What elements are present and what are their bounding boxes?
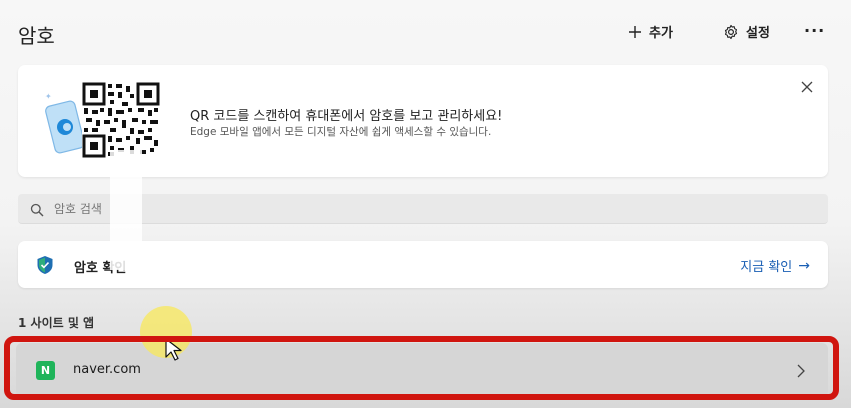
shield-icon — [36, 255, 54, 279]
settings-button-label: 설정 — [746, 26, 770, 41]
close-icon[interactable] — [800, 79, 814, 93]
settings-button[interactable]: 설정 — [723, 22, 770, 41]
password-search-field[interactable] — [18, 194, 828, 224]
qr-code-banner: ✦ ✦ — [18, 65, 828, 177]
chevron-right-icon — [796, 363, 806, 382]
check-now-label: 지금 확인 — [740, 260, 793, 275]
svg-text:✦: ✦ — [45, 92, 52, 101]
gear-icon — [723, 24, 739, 40]
page-header: 암호 추가 설정 ··· — [0, 0, 851, 64]
check-now-link[interactable]: 지금 확인 → — [740, 256, 810, 276]
site-name: naver.com — [73, 362, 141, 377]
qr-banner-description: Edge 모바일 앱에서 모든 디지털 자산에 쉽게 액세스할 수 있습니다. — [190, 126, 492, 138]
arrow-right-icon: → — [798, 257, 810, 274]
password-check-label: 암호 확인 — [74, 261, 127, 276]
add-button[interactable]: 추가 — [628, 22, 673, 41]
add-button-label: 추가 — [649, 26, 673, 41]
search-icon — [30, 202, 44, 221]
qr-code-image — [82, 82, 160, 158]
sites-section-title: 1 사이트 및 앱 — [18, 316, 95, 330]
more-options-button[interactable]: ··· — [804, 21, 825, 40]
password-check-card: 암호 확인 지금 확인 → — [18, 241, 828, 288]
naver-favicon-icon: N — [36, 361, 55, 380]
page-title: 암호 — [18, 24, 55, 48]
qr-banner-title: QR 코드를 스캔하여 휴대폰에서 암호를 보고 관리하세요! — [190, 109, 503, 124]
search-input[interactable] — [54, 200, 654, 218]
site-list-item[interactable]: N naver.com — [16, 343, 828, 397]
plus-icon — [628, 25, 642, 39]
